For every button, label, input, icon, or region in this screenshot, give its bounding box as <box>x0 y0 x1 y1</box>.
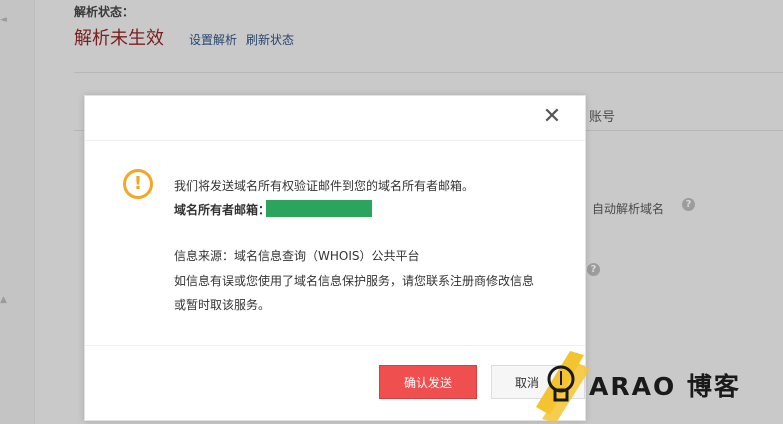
info-hint-line: 如信息有误或您使用了域名信息保护服务，请您联系注册商修改信息 <box>174 274 535 288</box>
left-sidebar: ◄ ▲ <box>0 0 35 424</box>
owner-email-value <box>266 200 372 217</box>
send-verification-dialog: ✕ ! 我们将发送域名所有权验证邮件到您的域名所有者邮箱。 域名所有者邮箱： 信… <box>84 95 586 421</box>
setup-resolve-link[interactable]: 设置解析 <box>189 31 237 48</box>
collapse-arrow-icon[interactable]: ◄ <box>0 16 7 25</box>
dialog-header-divider <box>85 140 585 141</box>
help-icon[interactable]: ? <box>587 263 600 276</box>
info-source-text: 信息来源：域名信息查询（WHOIS）公共平台 <box>174 249 420 263</box>
dialog-message: 我们将发送域名所有权验证邮件到您的域名所有者邮箱。 <box>174 179 475 193</box>
resolve-status-label: 解析状态： <box>74 5 135 19</box>
confirm-send-button[interactable]: 确认发送 <box>379 365 477 399</box>
watermark-logo: ARAO 博客 <box>528 345 783 424</box>
lightbulb-icon <box>536 351 590 423</box>
watermark-text: ARAO 博客 <box>589 372 741 401</box>
account-tab-fragment[interactable]: 账号 <box>589 106 615 125</box>
help-icon[interactable]: ? <box>682 198 695 211</box>
resolve-status-value: 解析未生效 <box>74 28 164 49</box>
divider <box>74 72 783 73</box>
dialog-footer-divider <box>85 345 585 346</box>
auto-resolve-label: 自动解析域名 <box>592 202 665 216</box>
owner-email-label: 域名所有者邮箱： <box>174 203 271 217</box>
collapse-arrow-icon[interactable]: ▲ <box>0 296 7 305</box>
close-icon[interactable]: ✕ <box>541 106 563 128</box>
info-hint-line: 或暂时取该服务。 <box>174 298 271 312</box>
refresh-status-link[interactable]: 刷新状态 <box>246 31 294 48</box>
warning-icon: ! <box>123 169 153 199</box>
